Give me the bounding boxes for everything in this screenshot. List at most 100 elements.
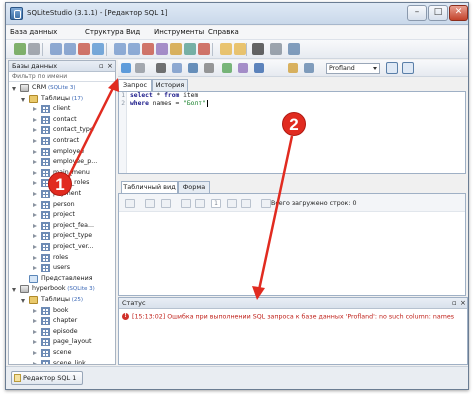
edit-table-icon[interactable]: [128, 43, 140, 55]
collapsed-arrow-icon[interactable]: [33, 266, 37, 271]
explain-query-icon[interactable]: [135, 63, 145, 73]
refresh-results-icon[interactable]: [125, 199, 135, 208]
first-page-icon[interactable]: [181, 199, 191, 208]
collapsed-arrow-icon[interactable]: [33, 202, 37, 207]
menu-tools[interactable]: Инструменты: [154, 28, 206, 36]
float-panel-icon[interactable]: ▫: [452, 299, 457, 307]
tree-item[interactable]: book: [9, 306, 115, 316]
tree-item[interactable]: project_fea...: [9, 221, 115, 231]
collapsed-arrow-icon[interactable]: [33, 245, 37, 249]
collapsed-arrow-icon[interactable]: [33, 128, 37, 133]
tree-item[interactable]: client: [9, 104, 115, 114]
expanded-arrow-icon[interactable]: [21, 299, 25, 303]
execute-query-icon[interactable]: [121, 63, 131, 73]
save-icon[interactable]: [254, 63, 264, 73]
collapsed-arrow-icon[interactable]: [33, 351, 37, 355]
edit-db-icon[interactable]: [64, 43, 76, 55]
float-panel-icon[interactable]: ▫: [99, 62, 104, 70]
tree-item[interactable]: CRM (SQLite 3): [9, 83, 115, 93]
tree-item[interactable]: scene: [9, 348, 115, 358]
connect-icon[interactable]: [14, 43, 26, 55]
tree-item[interactable]: roles: [9, 253, 115, 263]
print-icon[interactable]: [204, 63, 214, 73]
tree-item[interactable]: users: [9, 263, 115, 273]
last-page-icon[interactable]: [241, 199, 251, 208]
collapsed-arrow-icon[interactable]: [33, 160, 37, 165]
tree-item[interactable]: scene_link: [9, 359, 115, 364]
layout-vertical-icon[interactable]: [386, 62, 398, 74]
filter-input[interactable]: Фильтр по имени: [9, 72, 115, 82]
collapsed-arrow-icon[interactable]: [33, 192, 37, 196]
collapsed-arrow-icon[interactable]: [33, 329, 37, 334]
close-button[interactable]: ✕: [449, 5, 468, 21]
close-panel-icon[interactable]: ×: [460, 299, 466, 307]
collapsed-arrow-icon[interactable]: [33, 139, 37, 143]
collapsed-arrow-icon[interactable]: [33, 361, 37, 364]
minimize-button[interactable]: –: [407, 5, 427, 21]
format-sql-icon[interactable]: [156, 63, 166, 73]
new-icon[interactable]: [222, 63, 232, 73]
tab-history[interactable]: История: [152, 79, 188, 91]
window-icon[interactable]: [288, 43, 300, 55]
collapsed-arrow-icon[interactable]: [33, 170, 37, 175]
tree-item[interactable]: project_type: [9, 231, 115, 241]
expanded-arrow-icon[interactable]: [12, 288, 16, 293]
tree-item[interactable]: page_layout: [9, 337, 115, 347]
tree-item[interactable]: episode: [9, 327, 115, 337]
tree-item[interactable]: project: [9, 210, 115, 220]
refresh-icon[interactable]: [92, 43, 104, 55]
collapsed-arrow-icon[interactable]: [33, 181, 37, 186]
settings-icon[interactable]: [270, 43, 282, 55]
collapsed-arrow-icon[interactable]: [33, 149, 37, 154]
tools-icon[interactable]: [188, 63, 198, 73]
prev-page-icon[interactable]: [195, 199, 205, 208]
rollback-icon[interactable]: [161, 199, 171, 208]
new-table-icon[interactable]: [114, 43, 126, 55]
collapsed-arrow-icon[interactable]: [33, 223, 37, 228]
new-trigger-icon[interactable]: [170, 43, 182, 55]
menu-database[interactable]: База данных: [10, 28, 70, 36]
tree-item[interactable]: contact: [9, 115, 115, 125]
tree-item[interactable]: employee_p...: [9, 157, 115, 167]
tab-form-view[interactable]: Форма: [178, 181, 210, 193]
maximize-button[interactable]: □: [428, 5, 448, 21]
export-icon[interactable]: [238, 63, 248, 73]
collapsed-arrow-icon[interactable]: [33, 308, 37, 313]
taskbar-sql-editor-button[interactable]: Редактор SQL 1: [11, 371, 83, 385]
layout-horizontal-icon[interactable]: [402, 62, 414, 74]
commit-icon[interactable]: [145, 199, 155, 208]
delete-db-icon[interactable]: [78, 43, 90, 55]
collapsed-arrow-icon[interactable]: [33, 117, 37, 122]
delete-icon[interactable]: [198, 43, 210, 55]
expanded-arrow-icon[interactable]: [21, 97, 25, 102]
find-icon[interactable]: [288, 63, 298, 73]
close-panel-icon[interactable]: ×: [107, 62, 113, 70]
collapsed-arrow-icon[interactable]: [33, 107, 37, 112]
collapsed-arrow-icon[interactable]: [33, 213, 37, 218]
tree-item[interactable]: hyperbook (SQLite 3): [9, 284, 115, 294]
tree-item[interactable]: project_ver...: [9, 242, 115, 252]
menu-view[interactable]: Вид: [126, 28, 144, 36]
tree-item[interactable]: chapter: [9, 316, 115, 326]
disconnect-icon[interactable]: [28, 43, 40, 55]
tree-item[interactable]: employee: [9, 147, 115, 157]
tree-item[interactable]: contract: [9, 136, 115, 146]
new-view-icon[interactable]: [184, 43, 196, 55]
sql-editor-icon[interactable]: [220, 43, 232, 55]
clear-icon[interactable]: [172, 63, 182, 73]
open-sql-icon[interactable]: [234, 43, 246, 55]
next-page-icon[interactable]: [227, 199, 237, 208]
add-db-icon[interactable]: [50, 43, 62, 55]
menu-help[interactable]: Справка: [208, 28, 248, 36]
delete-table-icon[interactable]: [142, 43, 154, 55]
tree-item[interactable]: Представления: [9, 274, 115, 284]
replace-icon[interactable]: [304, 63, 314, 73]
page-number[interactable]: 1: [211, 199, 221, 208]
collapsed-arrow-icon[interactable]: [33, 340, 37, 345]
collapsed-arrow-icon[interactable]: [33, 255, 37, 260]
tree-item[interactable]: contact_type: [9, 125, 115, 135]
menu-structure[interactable]: Структура: [85, 28, 125, 36]
expanded-arrow-icon[interactable]: [12, 87, 16, 91]
tree-item[interactable]: Таблицы (25): [9, 295, 115, 305]
database-select[interactable]: Profland: [326, 63, 380, 74]
